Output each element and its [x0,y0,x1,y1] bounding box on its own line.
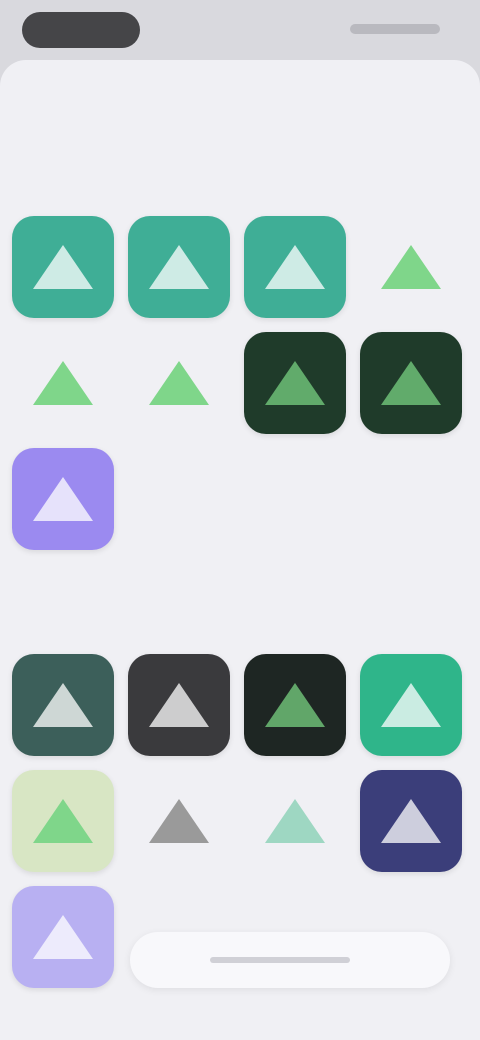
icon-grid-section-1 [12,216,472,550]
app-logo-icon [381,245,441,289]
app-logo-icon [33,915,93,959]
icon-green-bare-1-tile[interactable] [360,216,462,318]
app-logo-icon [149,683,209,727]
app-logo-icon [265,799,325,843]
icon-green-bare-2-tile[interactable] [12,332,114,434]
app-logo-icon [381,361,441,405]
app-logo-icon [381,799,441,843]
icon-teal-2-tile[interactable] [128,216,230,318]
bottom-action-bar[interactable] [130,932,450,988]
icon-teal-1-tile[interactable] [12,216,114,318]
bottom-action-label-placeholder [210,957,350,963]
app-logo-icon [33,477,93,521]
icon-emerald-tile[interactable] [360,654,462,756]
icon-black-tile[interactable] [244,654,346,756]
app-logo-icon [265,361,325,405]
icon-purple-tile[interactable] [12,448,114,550]
app-logo-icon [33,683,93,727]
app-logo-icon [149,245,209,289]
status-time-pill [22,12,140,48]
app-logo-icon [33,799,93,843]
icon-dark-2-tile[interactable] [360,332,462,434]
app-icon-sheet [0,60,480,1040]
icon-grey-bare-tile[interactable] [128,770,230,872]
app-logo-icon [33,361,93,405]
icon-teal-3-tile[interactable] [244,216,346,318]
icon-teal-dark-tile[interactable] [12,654,114,756]
app-logo-icon [265,245,325,289]
app-logo-icon [33,245,93,289]
status-bar [0,0,480,60]
icon-dark-1-tile[interactable] [244,332,346,434]
icon-lavender-tile[interactable] [12,886,114,988]
app-logo-icon [149,361,209,405]
status-indicators [350,24,440,34]
icon-charcoal-tile[interactable] [128,654,230,756]
icon-mint-bare-tile[interactable] [244,770,346,872]
app-logo-icon [265,683,325,727]
app-logo-icon [381,683,441,727]
icon-indigo-tile[interactable] [360,770,462,872]
icon-green-bare-3-tile[interactable] [128,332,230,434]
icon-cream-tile[interactable] [12,770,114,872]
app-logo-icon [149,799,209,843]
